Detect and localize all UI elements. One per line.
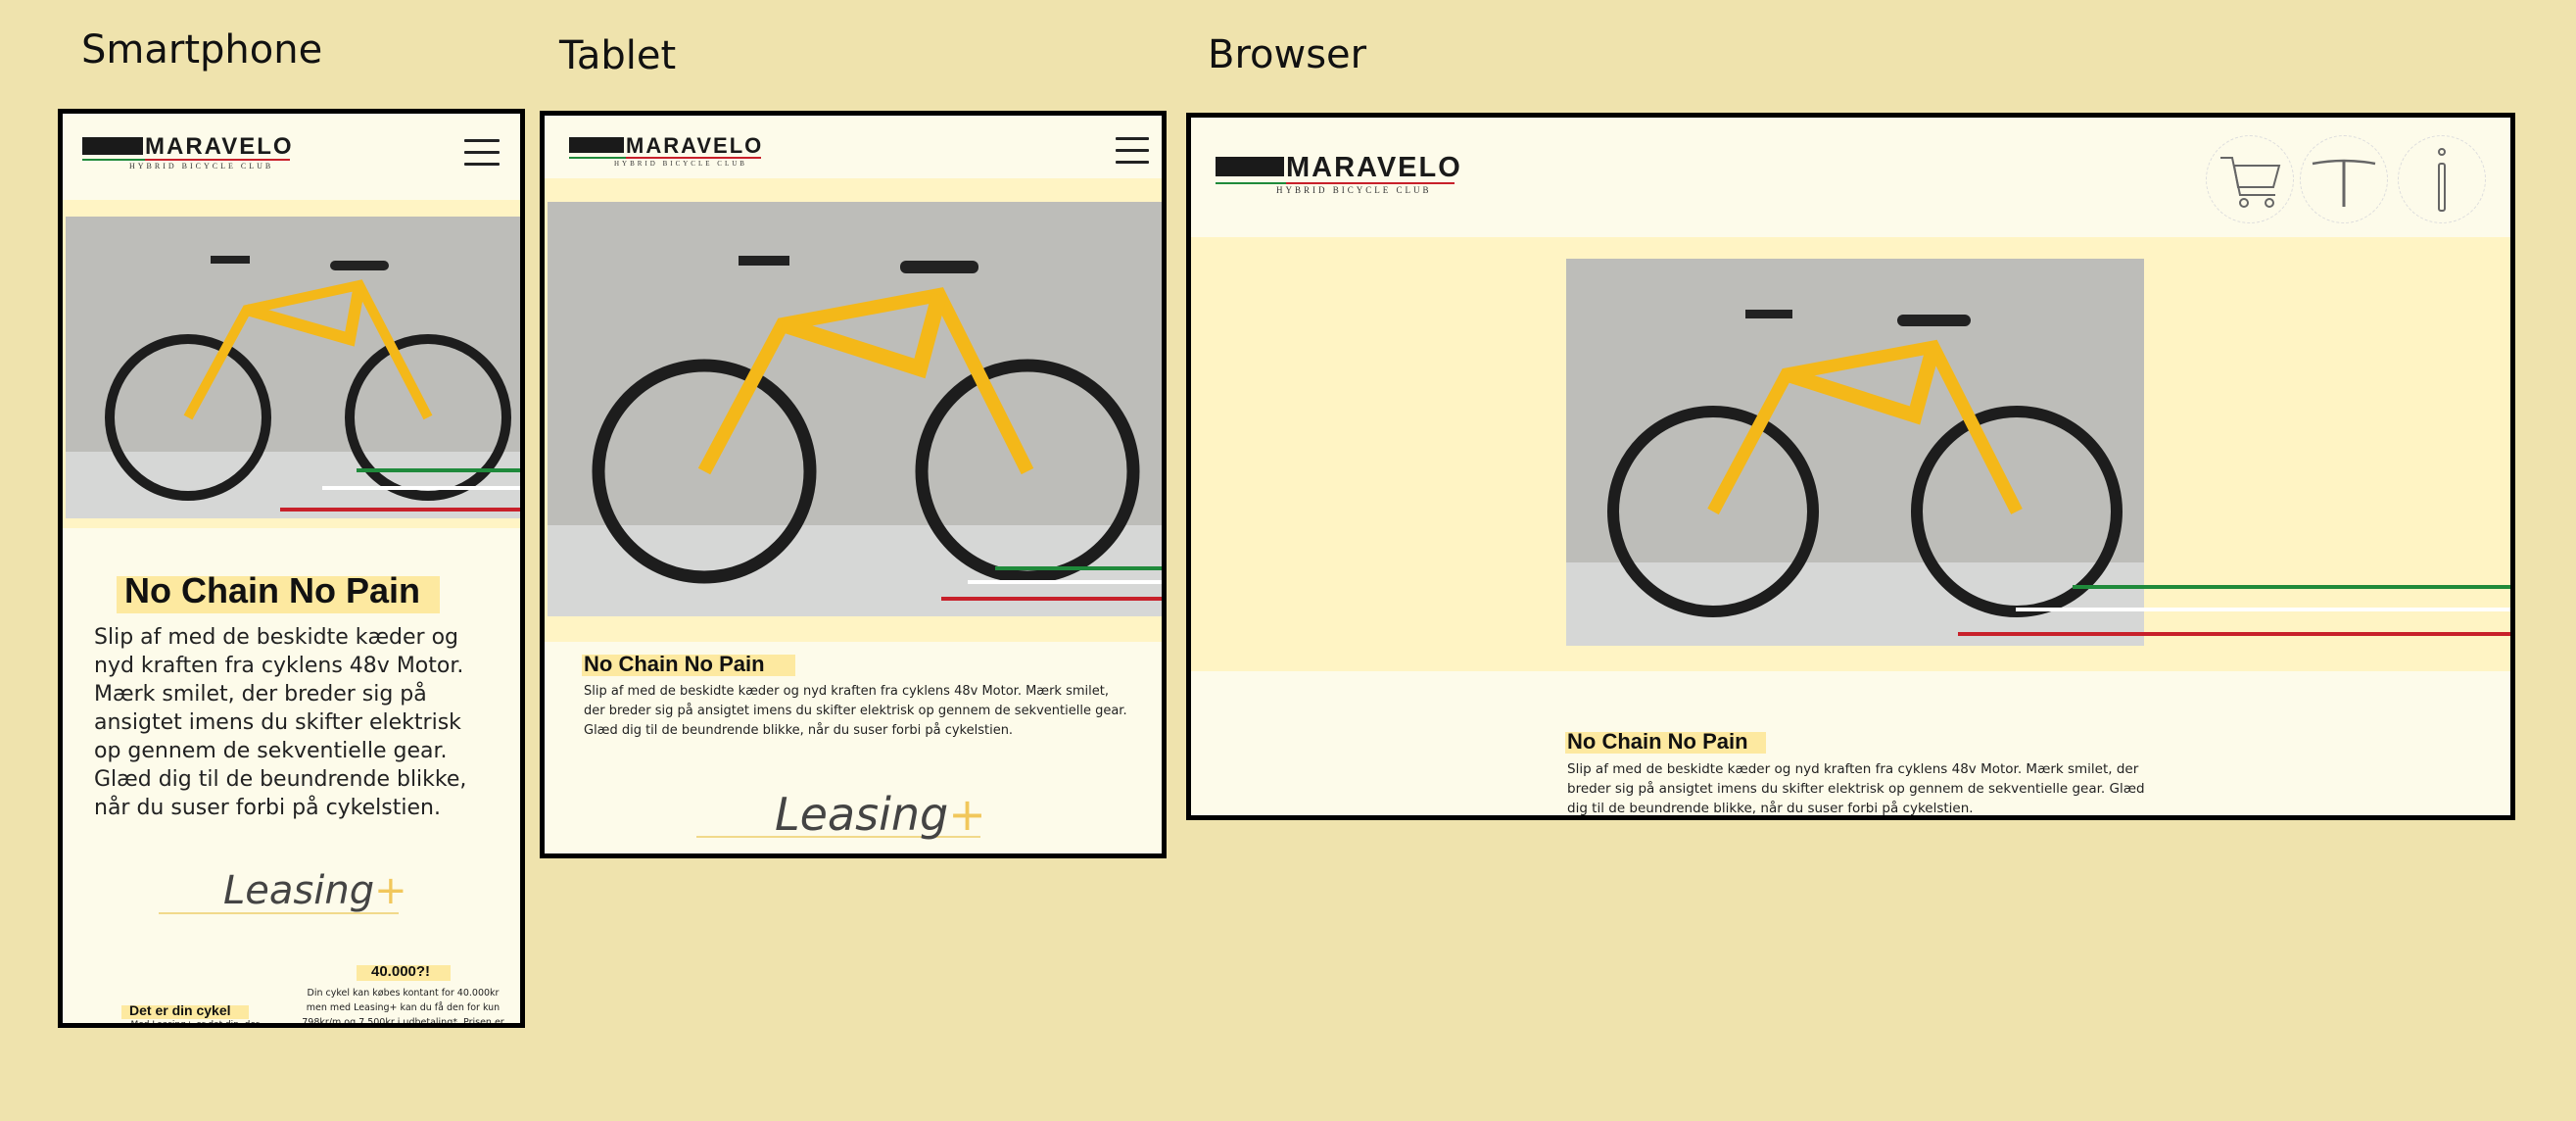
label-browser: Browser [1208,32,1367,77]
cart-icon [2220,157,2281,208]
handlebar-icon [2312,159,2376,207]
price-text: Din cykel kan købes kontant for 40.000kr… [302,988,504,1028]
info-icon [2438,148,2446,212]
hero-heading: No Chain No Pain [1567,729,1748,754]
smartphone-frame: MARAVELO HYBRID BICYCLE CLUB No Chain No… [58,109,525,1028]
hero-text: Slip af med de beskidte kæder og nyd kra… [94,625,467,820]
cart-icon[interactable] [2206,135,2294,223]
tablet-frame: MARAVELO HYBRID BICYCLE CLUB No Chain No… [540,111,1167,858]
label-tablet: Tablet [559,33,677,78]
handlebar-icon[interactable] [2300,135,2388,223]
leasing-logo[interactable]: Leasing+ [223,868,407,913]
browser-frame: MARAVELO HYBRID BICYCLE CLUB No Chain No… [1186,113,2515,820]
bike-illustration [548,202,1162,616]
price-heading: 40.000?! [371,963,431,980]
hero-text: Slip af med de beskidte kæder og nyd kra… [1567,761,2145,816]
brand-logo[interactable]: MARAVELO HYBRID BICYCLE CLUB [1216,152,1470,197]
brand-logo[interactable]: MARAVELO HYBRID BICYCLE CLUB [569,133,775,169]
leasing-logo[interactable]: Leasing+ [775,788,986,841]
menu-icon[interactable] [464,139,500,169]
label-smartphone: Smartphone [81,27,323,73]
own-text: Med Leasing+ er det din, der [130,1020,260,1028]
hero-text: Slip af med de beskidte kæder og nyd kra… [584,684,1127,738]
bike-illustration [66,217,520,518]
hero-bike-photo [548,202,1162,616]
menu-icon[interactable] [1116,137,1149,165]
hero-heading: No Chain No Pain [584,652,765,676]
bike-illustration [1566,259,2144,646]
own-heading: Det er din cykel [129,1002,231,1018]
brand-logo[interactable]: MARAVELO HYBRID BICYCLE CLUB [82,133,298,172]
hero-bike-photo [66,217,520,518]
hero-heading: No Chain No Pain [124,570,421,610]
hero-bike-photo [1566,259,2144,646]
info-icon[interactable] [2398,135,2486,223]
